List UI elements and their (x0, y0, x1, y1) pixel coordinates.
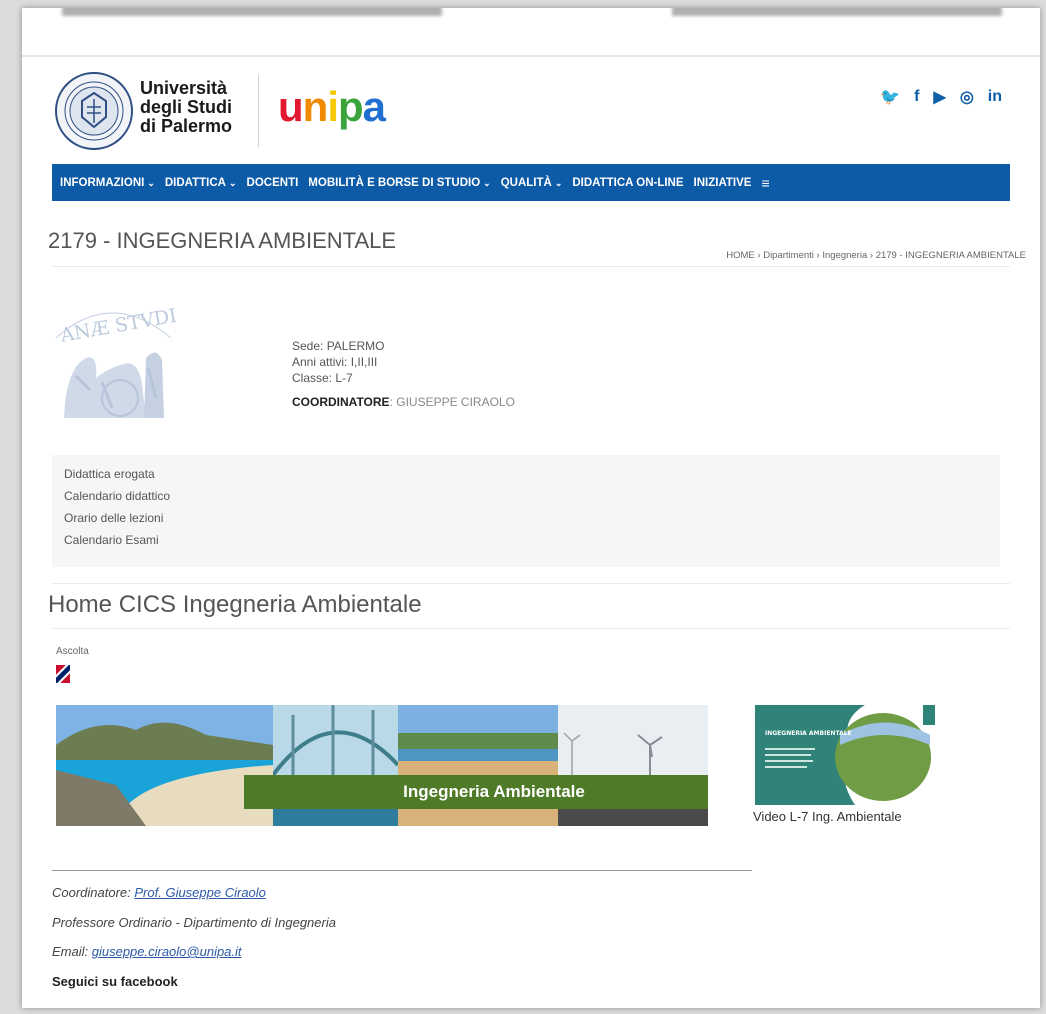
twitter-icon[interactable]: 🐦 (880, 87, 900, 107)
utility-right-cropped (672, 8, 1002, 16)
nav-item-informazioni[interactable]: INFORMAZIONI ⌄ (60, 177, 155, 189)
nav-label: DIDATTICA (164, 176, 226, 189)
course-banner[interactable]: Ingegneria Ambientale (56, 705, 708, 826)
instagram-icon[interactable]: ◎ (960, 87, 974, 107)
divider (52, 870, 752, 871)
utility-bar (22, 8, 1040, 57)
chevron-down-icon: ⌄ (147, 177, 155, 188)
svg-text:ANÆ STVDI: ANÆ STVDI (58, 305, 176, 347)
menu-icon[interactable]: ≡ (761, 175, 769, 191)
unipa-logo-letter: i (327, 83, 339, 130)
unipa-logo-letter: p (337, 83, 364, 130)
banner-label: Ingegneria Ambientale (244, 775, 708, 809)
breadcrumb-home[interactable]: HOME (726, 250, 755, 261)
nav-item-docenti[interactable]: DOCENTI (247, 177, 299, 189)
breadcrumb: HOME › Dipartimenti › Ingegneria › 2179 … (726, 250, 1026, 261)
nav-label: INFORMAZIONI (60, 176, 145, 189)
unipa-logo[interactable]: unipa (278, 83, 386, 131)
page: Università degli Studi di Palermo unipa … (22, 8, 1040, 1008)
nav-label: INIZIATIVE (693, 176, 752, 189)
unipa-logo-letter: u (278, 83, 304, 130)
facebook-icon[interactable]: f (914, 88, 919, 106)
coordinatore-label: COORDINATORE (292, 395, 390, 409)
video-caption[interactable]: Video L-7 Ing. Ambientale (753, 809, 902, 824)
unipa-logo-letter: n (302, 83, 329, 130)
classe-text: Classe: L-7 (292, 371, 353, 385)
chevron-down-icon: ⌄ (554, 177, 563, 188)
breadcrumb-separator: › (869, 250, 874, 261)
link-orario-lezioni[interactable]: Orario delle lezioni (64, 507, 1000, 529)
page-title: 2179 - INGEGNERIA AMBIENTALE (48, 228, 397, 253)
ascolta-button[interactable]: Ascolta (56, 646, 89, 657)
link-didattica-erogata[interactable]: Didattica erogata (64, 463, 1000, 485)
coordinatore-value: : GIUSEPPE CIRAOLO (389, 395, 515, 409)
nav-item-didattica-online[interactable]: DIDATTICA ON-LINE (572, 177, 683, 189)
breadcrumb-dipartimenti[interactable]: Dipartimenti (763, 250, 814, 261)
nav-label: DIDATTICA ON-LINE (572, 176, 684, 189)
video-thumbnail[interactable]: INGEGNERIA AMBIENTALE (755, 705, 935, 805)
university-name-line-2: degli Studi (140, 97, 232, 117)
social-links: 🐦 f ▶ ◎ in (880, 87, 1002, 107)
coordinatore-link[interactable]: Prof. Giuseppe Ciraolo (134, 885, 266, 900)
sede-text: Sede: PALERMO (292, 339, 385, 353)
divider (52, 583, 1010, 584)
nav-item-qualita[interactable]: QUALITÀ ⌄ (501, 177, 563, 189)
nav-label: MOBILITÀ E BORSE DI STUDIO (308, 176, 481, 189)
email-line: Email: giuseppe.ciraolo@unipa.it (52, 944, 242, 959)
quick-links-panel: Didattica erogata Calendario didattico O… (52, 455, 1000, 567)
nav-label: DOCENTI (246, 176, 299, 189)
nav-item-mobilita[interactable]: MOBILITÀ E BORSE DI STUDIO ⌄ (308, 177, 490, 189)
coordinatore-contact-label: Coordinatore: (52, 885, 135, 900)
course-info: Sede: PALERMO Anni attivi: I,II,III Clas… (292, 338, 515, 410)
coordinatore-line: COORDINATORE: GIUSEPPE CIRAOLO (292, 394, 515, 410)
breadcrumb-current: 2179 - INGEGNERIA AMBIENTALE (875, 250, 1026, 261)
chevron-down-icon: ⌄ (483, 177, 491, 188)
main-nav: INFORMAZIONI ⌄ DIDATTICA ⌄ DOCENTI MOBILIT… (52, 164, 1010, 201)
linkedin-icon[interactable]: in (988, 88, 1002, 106)
divider (52, 628, 1010, 629)
university-name-line-3: di Palermo (140, 116, 233, 136)
site-header: Università degli Studi di Palermo unipa … (22, 57, 1040, 165)
nav-item-didattica[interactable]: DIDATTICA ⌄ (165, 177, 237, 189)
unipa-logo-letter: a (362, 83, 386, 130)
beach-photo (56, 705, 273, 826)
video-thumb-title: INGEGNERIA AMBIENTALE (765, 730, 852, 737)
header-divider (258, 75, 259, 147)
breadcrumb-separator: › (816, 250, 820, 261)
coordinatore-role: Professore Ordinario - Dipartimento di I… (52, 915, 336, 930)
nav-item-iniziative[interactable]: INIZIATIVE (694, 177, 752, 189)
youtube-icon[interactable]: ▶ (934, 87, 946, 107)
email-label: Email: (52, 944, 92, 959)
anni-attivi-text: Anni attivi: I,II,III (292, 355, 378, 369)
university-name[interactable]: Università degli Studi di Palermo (140, 79, 232, 136)
email-link[interactable]: giuseppe.ciraolo@unipa.it (92, 944, 242, 959)
link-calendario-esami[interactable]: Calendario Esami (64, 529, 1000, 551)
chevron-down-icon: ⌄ (229, 177, 237, 188)
uk-flag-icon[interactable] (56, 665, 70, 683)
university-name-line-1: Università (140, 78, 228, 98)
nav-label: QUALITÀ (500, 176, 552, 189)
facebook-link[interactable]: Seguici su facebook (52, 974, 178, 989)
divider (52, 266, 1010, 267)
university-crest-icon[interactable] (54, 71, 134, 151)
unipa-seal-watermark-icon: ANÆ STVDI (55, 305, 176, 418)
section-title: Home CICS Ingegneria Ambientale (48, 591, 422, 618)
utility-links-cropped (62, 8, 442, 16)
breadcrumb-ingegneria[interactable]: Ingegneria (822, 250, 867, 261)
link-calendario-didattico[interactable]: Calendario didattico (64, 485, 1000, 507)
coordinatore-contact: Coordinatore: Prof. Giuseppe Ciraolo (52, 885, 266, 900)
breadcrumb-separator: › (757, 250, 761, 261)
